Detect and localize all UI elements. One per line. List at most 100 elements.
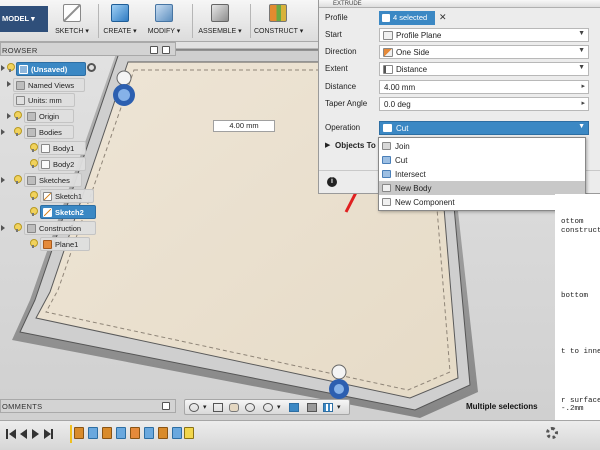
timeline-sketch-icon[interactable] [74, 427, 84, 439]
start-select[interactable]: Profile Plane ▼ [379, 28, 589, 42]
one-side-icon [383, 48, 393, 57]
modify-menu[interactable]: MODIFY [140, 2, 188, 40]
expand-arrow-icon[interactable] [7, 81, 11, 87]
active-radio-icon[interactable] [87, 63, 96, 72]
assemble-menu[interactable]: ASSEMBLE [196, 2, 244, 40]
folder-icon [27, 111, 36, 121]
clear-selection-icon[interactable]: ✕ [439, 12, 447, 23]
timeline-extrude-icon[interactable] [116, 427, 126, 439]
info-icon[interactable]: i [327, 177, 337, 187]
direction-select[interactable]: One Side ▼ [379, 45, 589, 59]
expand-arrow-icon[interactable] [7, 113, 11, 119]
expand-panel-icon[interactable] [162, 402, 170, 410]
expand-arrow-icon[interactable]: ▶ [325, 141, 330, 149]
distance-row: Distance 4.00 mm ▸ [319, 79, 600, 95]
fit-icon[interactable] [263, 403, 273, 412]
sketch-menu[interactable]: SKETCH [48, 2, 96, 40]
timeline-sketch-icon[interactable] [158, 427, 168, 439]
timeline-plane-icon[interactable] [130, 427, 140, 439]
zoom-icon[interactable] [245, 403, 255, 412]
stepper-icon[interactable]: ▸ [581, 82, 585, 90]
profile-selection-chip[interactable]: 4 selected [379, 11, 435, 25]
timeline-settings-gear-icon[interactable] [546, 427, 558, 439]
workspace-switcher[interactable]: MODEL ▾ [0, 6, 48, 32]
text-line: construct [561, 227, 600, 235]
expand-arrow-icon[interactable] [1, 129, 5, 135]
timeline-extrude-icon[interactable] [88, 427, 98, 439]
tree-root-document[interactable]: (Unsaved) [16, 62, 86, 76]
stepper-icon[interactable]: ▸ [581, 99, 585, 107]
timeline-extrude-icon[interactable] [172, 427, 182, 439]
step-back-icon[interactable] [20, 429, 27, 439]
tree-item-units[interactable]: Units: mm [13, 93, 75, 107]
tree-item-plane1[interactable]: Plane1 [40, 237, 90, 251]
chevron-down-icon[interactable]: ▾ [337, 403, 347, 412]
visibility-bulb-icon[interactable] [14, 175, 22, 184]
tree-item-origin[interactable]: Origin [24, 109, 74, 123]
step-forward-icon[interactable] [44, 429, 51, 439]
pan-icon[interactable] [229, 403, 239, 412]
look-at-icon[interactable] [213, 403, 223, 412]
visibility-bulb-icon[interactable] [14, 223, 22, 232]
chevron-down-icon: ▼ [578, 47, 585, 54]
tree-item-construction[interactable]: Construction [24, 221, 96, 235]
modify-icon [155, 4, 173, 22]
visual-style-icon[interactable] [307, 403, 317, 412]
tree-item-sketches[interactable]: Sketches [24, 173, 82, 187]
operation-option-intersect[interactable]: Intersect [379, 167, 585, 181]
assemble-icon [211, 4, 229, 22]
visibility-bulb-icon[interactable] [30, 207, 38, 216]
construct-menu[interactable]: CONSTRUCT [254, 2, 303, 40]
grid-icon[interactable] [323, 403, 333, 412]
distance-manipulator-input[interactable]: 4.00 mm [213, 120, 275, 132]
timeline-sketch-icon[interactable] [102, 427, 112, 439]
visibility-bulb-icon[interactable] [30, 143, 38, 152]
browser-header: ROWSER [0, 42, 176, 56]
expand-arrow-icon[interactable] [1, 65, 5, 71]
direction-row: Direction One Side ▼ [319, 44, 600, 60]
visibility-bulb-icon[interactable] [7, 63, 15, 72]
timeline-marker[interactable] [70, 425, 72, 443]
visibility-bulb-icon[interactable] [14, 127, 22, 136]
taper-row: Taper Angle 0.0 deg ▸ [319, 96, 600, 112]
orbit-icon[interactable] [189, 403, 199, 412]
chevron-down-icon[interactable]: ▾ [203, 403, 213, 412]
tree-item-body1[interactable]: Body1 [38, 141, 86, 155]
notes-text-panel[interactable]: ottom construct bottom t to inne r surfa… [555, 194, 600, 420]
tree-item-sketch2[interactable]: Sketch2 [40, 205, 96, 219]
display-settings-icon[interactable] [289, 403, 299, 412]
go-to-end-icon[interactable] [51, 429, 53, 439]
create-menu[interactable]: CREATE [96, 2, 144, 40]
folder-icon [16, 80, 25, 90]
chevron-down-icon[interactable]: ▾ [277, 403, 287, 412]
pin-icon[interactable] [150, 46, 158, 54]
collapse-icon[interactable] [162, 46, 170, 54]
operation-option-cut[interactable]: Cut [379, 153, 585, 167]
sketch-icon [43, 207, 52, 217]
play-icon[interactable] [32, 429, 39, 439]
document-icon [19, 64, 28, 74]
timeline-extrude-icon[interactable] [144, 427, 154, 439]
tree-item-named-views[interactable]: Named Views [13, 78, 85, 92]
intersect-icon [382, 170, 391, 178]
taper-angle-input[interactable]: 0.0 deg ▸ [379, 97, 589, 111]
extrude-arrow-handle-bottom[interactable] [329, 364, 349, 399]
expand-arrow-icon[interactable] [1, 225, 5, 231]
operation-select[interactable]: Cut ▼ [379, 121, 589, 135]
operation-option-new-body[interactable]: New Body [379, 181, 585, 195]
tree-item-body2[interactable]: Body2 [38, 157, 86, 171]
distance-input[interactable]: 4.00 mm ▸ [379, 80, 589, 94]
visibility-bulb-icon[interactable] [30, 159, 38, 168]
operation-option-join[interactable]: Join [379, 139, 585, 153]
extent-select[interactable]: Distance ▼ [379, 62, 589, 76]
tree-item-bodies[interactable]: Bodies [24, 125, 74, 139]
comments-panel-header[interactable]: OMMENTS [0, 399, 176, 413]
visibility-bulb-icon[interactable] [30, 239, 38, 248]
expand-arrow-icon[interactable] [1, 177, 5, 183]
go-to-start-icon[interactable] [9, 429, 16, 439]
timeline-sketch-icon[interactable] [184, 427, 194, 439]
visibility-bulb-icon[interactable] [14, 111, 22, 120]
go-to-start-icon[interactable] [6, 429, 8, 439]
visibility-bulb-icon[interactable] [30, 191, 38, 200]
tree-item-sketch1[interactable]: Sketch1 [40, 189, 94, 203]
